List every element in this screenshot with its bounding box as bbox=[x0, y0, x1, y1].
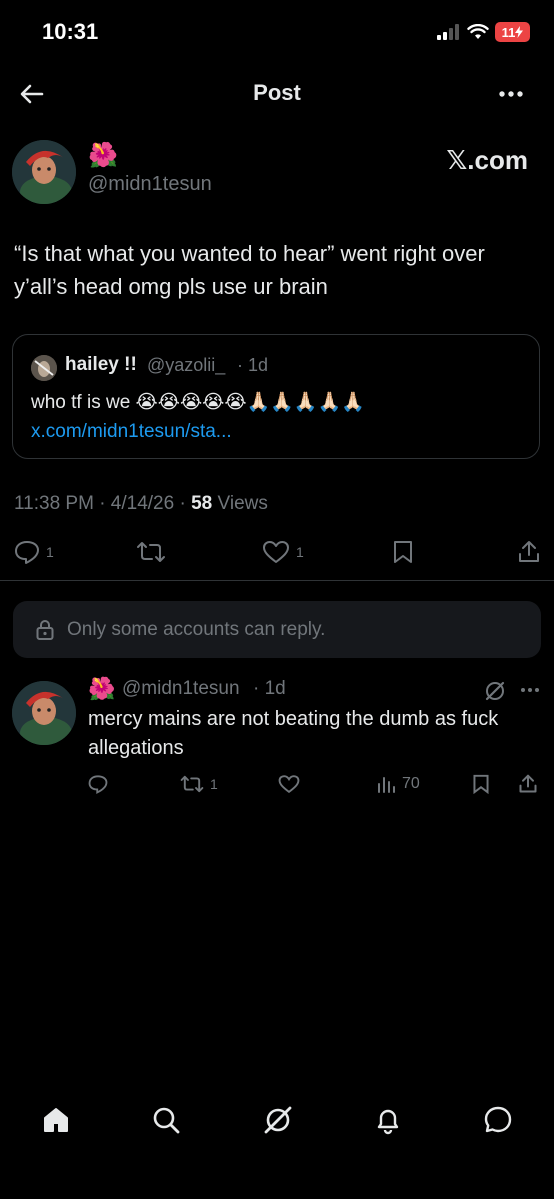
reply-share-button[interactable] bbox=[518, 774, 538, 794]
page-title: Post bbox=[253, 80, 301, 105]
tab-home[interactable] bbox=[36, 1095, 76, 1145]
reply-icon bbox=[88, 775, 108, 794]
tab-messages[interactable] bbox=[478, 1095, 518, 1145]
quote-author-handle: @yazolii_ bbox=[147, 355, 226, 375]
share-icon bbox=[519, 774, 537, 793]
more-dots-icon bbox=[499, 91, 523, 97]
reply-count: 1 bbox=[46, 544, 54, 560]
bookmark-button[interactable] bbox=[392, 540, 414, 564]
reply-text: mercy mains are not beating the dumb as … bbox=[88, 708, 499, 759]
more-options-button[interactable] bbox=[496, 84, 528, 104]
reply-repost-button[interactable]: 1 bbox=[180, 774, 218, 794]
like-button[interactable]: 1 bbox=[262, 540, 304, 564]
reply-views-count: 70 bbox=[402, 775, 420, 792]
author-handle[interactable]: @midn1tesun bbox=[88, 173, 212, 196]
post-text: “Is that what you wanted to hear” went r… bbox=[14, 241, 485, 299]
post-meta: 11:38 PM · 4/14/26 · 58 Views bbox=[14, 493, 268, 515]
tab-notifications[interactable] bbox=[368, 1095, 408, 1145]
status-icons: 11 bbox=[437, 22, 530, 42]
quote-text: who tf is we 😭😭😭😭😭🙏🏻🙏🏻🙏🏻🙏🏻🙏🏻 bbox=[31, 392, 365, 413]
tab-grok[interactable] bbox=[258, 1095, 298, 1145]
chat-icon bbox=[484, 1106, 512, 1133]
search-icon bbox=[153, 1107, 180, 1134]
reply-author-handle[interactable]: @midn1tesun bbox=[122, 678, 240, 700]
heart-icon bbox=[263, 541, 289, 563]
reply-more-button[interactable] bbox=[518, 682, 542, 698]
reply-like-button[interactable] bbox=[278, 774, 300, 794]
source-label: 𝕏.com bbox=[446, 145, 528, 175]
quote-time: · 1d bbox=[237, 355, 269, 375]
reply-bookmark-button[interactable] bbox=[472, 774, 490, 794]
reply-restriction-banner: Only some accounts can reply. bbox=[13, 601, 541, 658]
reply-repost-count: 1 bbox=[210, 776, 218, 792]
repost-icon bbox=[137, 542, 165, 562]
author-emoji: 🌺 bbox=[88, 142, 118, 169]
bookmark-icon bbox=[394, 541, 412, 563]
signal-icon bbox=[437, 24, 461, 40]
post-timestamp: 11:38 PM · 4/14/26 · bbox=[14, 493, 186, 514]
tab-search[interactable] bbox=[146, 1095, 186, 1145]
quote-avatar bbox=[31, 355, 57, 381]
home-icon bbox=[44, 1108, 68, 1132]
author-avatar[interactable] bbox=[12, 140, 76, 204]
bookmark-icon bbox=[473, 774, 489, 794]
reply-time: · 1d bbox=[253, 678, 286, 699]
wifi-icon bbox=[467, 24, 489, 40]
repost-button[interactable] bbox=[136, 540, 172, 564]
divider bbox=[0, 580, 554, 581]
battery-indicator: 11 bbox=[495, 22, 530, 42]
grok-icon bbox=[264, 1106, 292, 1134]
views-label: Views bbox=[217, 493, 268, 514]
analytics-icon bbox=[378, 777, 395, 793]
quoted-post[interactable]: hailey !! @yazolii_ · 1d who tf is we 😭😭… bbox=[12, 334, 540, 459]
quote-link[interactable]: x.com/midn1tesun/sta... bbox=[31, 421, 232, 443]
reply-icon bbox=[15, 541, 39, 564]
repost-icon bbox=[180, 775, 204, 793]
reply-button[interactable]: 1 bbox=[14, 540, 54, 564]
heart-icon bbox=[278, 775, 300, 794]
reply-restriction-text: Only some accounts can reply. bbox=[67, 618, 326, 640]
quote-author-name: hailey !! bbox=[65, 354, 137, 375]
reply-author-emoji: 🌺 bbox=[88, 676, 116, 701]
battery-level: 11 bbox=[501, 24, 516, 40]
lock-icon bbox=[36, 619, 54, 640]
more-dots-icon bbox=[521, 688, 539, 692]
like-count: 1 bbox=[296, 544, 304, 560]
reply-avatar[interactable] bbox=[12, 681, 76, 745]
bottom-tab-bar bbox=[0, 1095, 554, 1145]
bell-icon bbox=[377, 1109, 399, 1135]
reply-reply-button[interactable] bbox=[88, 774, 108, 794]
share-button[interactable] bbox=[517, 540, 541, 564]
grok-explain-button[interactable] bbox=[484, 680, 506, 702]
reply-views-button[interactable]: 70 bbox=[376, 774, 420, 794]
views-count: 58 bbox=[191, 493, 213, 514]
status-time: 10:31 bbox=[42, 19, 99, 44]
share-icon bbox=[519, 541, 539, 562]
grok-icon bbox=[485, 681, 505, 701]
